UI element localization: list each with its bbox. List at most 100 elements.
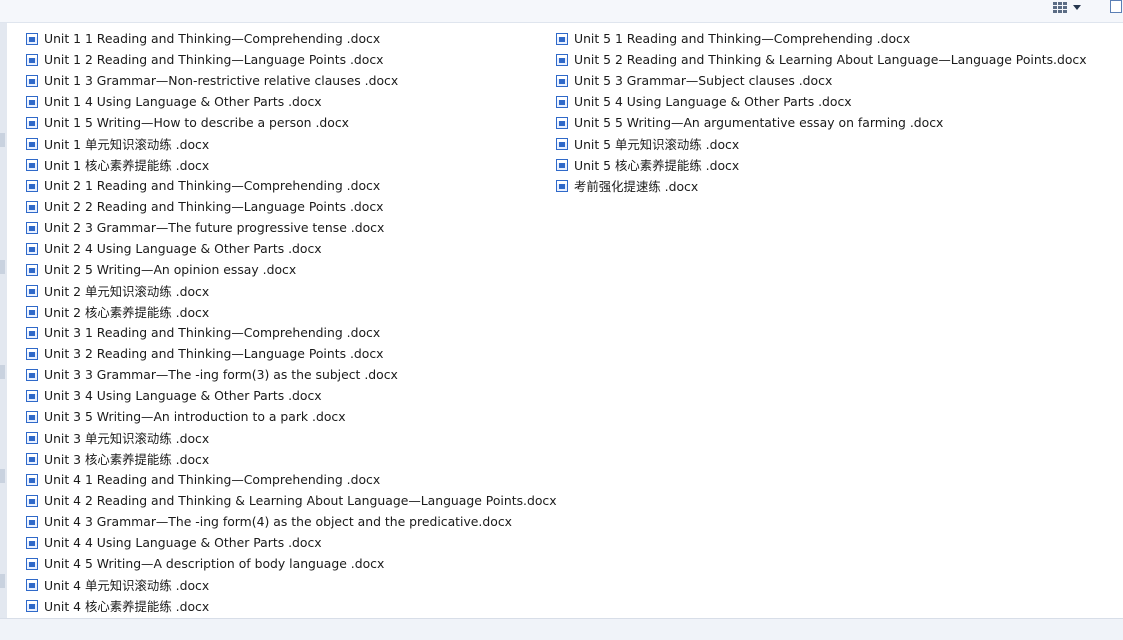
word-document-icon: [26, 242, 38, 255]
file-name: Unit 2 核心素养提能练 .docx: [44, 304, 210, 320]
file-name: Unit 2 3 Grammar—The future progressive …: [44, 220, 385, 235]
file-item[interactable]: Unit 1 单元知识滚动练 .docx: [26, 133, 557, 154]
file-item[interactable]: Unit 2 4 Using Language & Other Parts .d…: [26, 238, 557, 259]
word-document-icon: [26, 326, 38, 339]
word-document-icon: [26, 137, 38, 150]
file-item[interactable]: Unit 4 核心素养提能练 .docx: [26, 595, 557, 616]
file-item[interactable]: Unit 3 1 Reading and Thinking—Comprehend…: [26, 322, 557, 343]
file-item[interactable]: Unit 3 单元知识滚动练 .docx: [26, 427, 557, 448]
navigation-pane-edge: [0, 23, 7, 618]
file-item[interactable]: Unit 2 核心素养提能练 .docx: [26, 301, 557, 322]
file-item[interactable]: Unit 1 核心素养提能练 .docx: [26, 154, 557, 175]
file-name: Unit 5 1 Reading and Thinking—Comprehend…: [574, 31, 911, 46]
file-item[interactable]: Unit 3 核心素养提能练 .docx: [26, 448, 557, 469]
file-name: Unit 5 5 Writing—An argumentative essay …: [574, 115, 944, 130]
word-document-icon: [26, 74, 38, 87]
word-document-icon: [26, 263, 38, 276]
file-item[interactable]: Unit 1 2 Reading and Thinking—Language P…: [26, 49, 557, 70]
word-document-icon: [26, 431, 38, 444]
word-document-icon: [556, 53, 568, 66]
file-item[interactable]: Unit 4 单元知识滚动练 .docx: [26, 574, 557, 595]
word-document-icon: [26, 53, 38, 66]
word-document-icon: [26, 557, 38, 570]
file-item[interactable]: Unit 5 4 Using Language & Other Parts .d…: [556, 91, 1087, 112]
file-column-left: Unit 1 1 Reading and Thinking—Comprehend…: [26, 28, 557, 616]
file-name: Unit 4 3 Grammar—The -ing form(4) as the…: [44, 514, 512, 529]
file-name: Unit 4 4 Using Language & Other Parts .d…: [44, 535, 322, 550]
file-item[interactable]: Unit 4 5 Writing—A description of body l…: [26, 553, 557, 574]
word-document-icon: [26, 368, 38, 381]
word-document-icon: [556, 74, 568, 87]
file-item[interactable]: Unit 5 单元知识滚动练 .docx: [556, 133, 1087, 154]
chevron-down-icon: [1073, 4, 1081, 10]
file-name: Unit 1 2 Reading and Thinking—Language P…: [44, 52, 384, 67]
file-item[interactable]: Unit 5 5 Writing—An argumentative essay …: [556, 112, 1087, 133]
word-document-icon: [26, 305, 38, 318]
file-item[interactable]: Unit 2 5 Writing—An opinion essay .docx: [26, 259, 557, 280]
preview-pane-icon[interactable]: [1110, 0, 1122, 13]
word-document-icon: [556, 179, 568, 192]
file-item[interactable]: Unit 1 4 Using Language & Other Parts .d…: [26, 91, 557, 112]
file-name: Unit 1 3 Grammar—Non-restrictive relativ…: [44, 73, 399, 88]
file-name: Unit 3 单元知识滚动练 .docx: [44, 430, 210, 446]
file-item[interactable]: Unit 3 3 Grammar—The -ing form(3) as the…: [26, 364, 557, 385]
file-name: Unit 3 1 Reading and Thinking—Comprehend…: [44, 325, 381, 340]
word-document-icon: [26, 389, 38, 402]
file-name: Unit 3 2 Reading and Thinking—Language P…: [44, 346, 384, 361]
view-toolbar: [0, 0, 1123, 23]
file-item[interactable]: Unit 1 1 Reading and Thinking—Comprehend…: [26, 28, 557, 49]
file-name: Unit 3 4 Using Language & Other Parts .d…: [44, 388, 322, 403]
file-item[interactable]: Unit 3 4 Using Language & Other Parts .d…: [26, 385, 557, 406]
word-document-icon: [26, 347, 38, 360]
file-item[interactable]: Unit 4 4 Using Language & Other Parts .d…: [26, 532, 557, 553]
file-list: Unit 1 1 Reading and Thinking—Comprehend…: [7, 23, 1123, 618]
file-item[interactable]: Unit 5 1 Reading and Thinking—Comprehend…: [556, 28, 1087, 49]
file-item[interactable]: Unit 5 2 Reading and Thinking & Learning…: [556, 49, 1087, 70]
file-item[interactable]: Unit 5 3 Grammar—Subject clauses .docx: [556, 70, 1087, 91]
file-item[interactable]: Unit 2 3 Grammar—The future progressive …: [26, 217, 557, 238]
file-item[interactable]: Unit 3 2 Reading and Thinking—Language P…: [26, 343, 557, 364]
word-document-icon: [26, 599, 38, 612]
file-name: Unit 3 核心素养提能练 .docx: [44, 451, 210, 467]
word-document-icon: [556, 158, 568, 171]
file-name: Unit 3 5 Writing—An introduction to a pa…: [44, 409, 346, 424]
word-document-icon: [26, 578, 38, 591]
file-name: 考前强化提速练 .docx: [574, 178, 699, 194]
word-document-icon: [26, 473, 38, 486]
file-item[interactable]: Unit 4 1 Reading and Thinking—Comprehend…: [26, 469, 557, 490]
word-document-icon: [26, 179, 38, 192]
file-item[interactable]: Unit 2 1 Reading and Thinking—Comprehend…: [26, 175, 557, 196]
file-item[interactable]: Unit 4 2 Reading and Thinking & Learning…: [26, 490, 557, 511]
word-document-icon: [556, 32, 568, 45]
file-column-right: Unit 5 1 Reading and Thinking—Comprehend…: [556, 28, 1087, 196]
word-document-icon: [26, 200, 38, 213]
file-name: Unit 1 单元知识滚动练 .docx: [44, 136, 210, 152]
file-name: Unit 2 单元知识滚动练 .docx: [44, 283, 210, 299]
file-name: Unit 2 4 Using Language & Other Parts .d…: [44, 241, 322, 256]
word-document-icon: [26, 221, 38, 234]
change-view-button[interactable]: [1053, 0, 1093, 14]
file-name: Unit 2 1 Reading and Thinking—Comprehend…: [44, 178, 381, 193]
word-document-icon: [26, 536, 38, 549]
file-name: Unit 1 1 Reading and Thinking—Comprehend…: [44, 31, 381, 46]
file-item[interactable]: Unit 1 5 Writing—How to describe a perso…: [26, 112, 557, 133]
file-name: Unit 5 4 Using Language & Other Parts .d…: [574, 94, 852, 109]
file-item[interactable]: Unit 4 3 Grammar—The -ing form(4) as the…: [26, 511, 557, 532]
word-document-icon: [26, 410, 38, 423]
file-name: Unit 4 2 Reading and Thinking & Learning…: [44, 493, 557, 508]
file-name: Unit 3 3 Grammar—The -ing form(3) as the…: [44, 367, 398, 382]
file-item[interactable]: Unit 2 2 Reading and Thinking—Language P…: [26, 196, 557, 217]
word-document-icon: [26, 284, 38, 297]
status-bar: [0, 618, 1123, 640]
word-document-icon: [26, 515, 38, 528]
file-name: Unit 4 5 Writing—A description of body l…: [44, 556, 385, 571]
file-item[interactable]: 考前强化提速练 .docx: [556, 175, 1087, 196]
word-document-icon: [26, 158, 38, 171]
file-item[interactable]: Unit 1 3 Grammar—Non-restrictive relativ…: [26, 70, 557, 91]
file-item[interactable]: Unit 2 单元知识滚动练 .docx: [26, 280, 557, 301]
file-name: Unit 5 2 Reading and Thinking & Learning…: [574, 52, 1087, 67]
file-item[interactable]: Unit 5 核心素养提能练 .docx: [556, 154, 1087, 175]
details-grid-icon: [1053, 2, 1067, 13]
word-document-icon: [556, 95, 568, 108]
file-item[interactable]: Unit 3 5 Writing—An introduction to a pa…: [26, 406, 557, 427]
